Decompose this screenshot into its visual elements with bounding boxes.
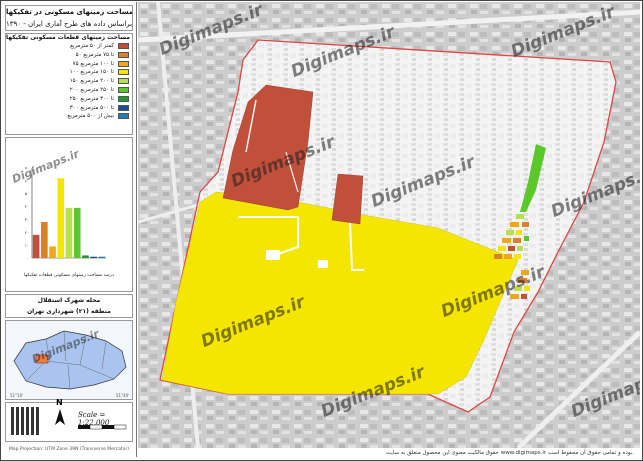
- chart-ytick: ۲۰: [25, 230, 29, 235]
- legend-item: بیش از ۵۰۰ مترمربع: [6, 112, 132, 121]
- inset-map-svg: 51°10' 51°40': [10, 330, 129, 398]
- chart-bar: [57, 178, 65, 258]
- legend-item: ۱۵۰ تا ۲۰۰ مترمربع: [6, 77, 132, 86]
- svg-text:51°40': 51°40': [116, 393, 129, 398]
- legend-label: ۱۰۰ تا ۱۵۰ مترمربع: [69, 69, 114, 76]
- legend-swatch: [118, 69, 129, 76]
- map-sidebar: مساحت زمینهای مسکونی در تفکیکها براساس د…: [2, 2, 137, 457]
- legend-swatch: [118, 43, 129, 49]
- chart-bar: [32, 234, 40, 258]
- legend-label: ۲۰۰ تا ۲۵۰ مترمربع: [69, 86, 114, 93]
- legend-item: ۲۵۰ تا ۳۰۰ مترمربع: [6, 95, 132, 104]
- chart-caption: درصد مساحت زمینهای مسکونی قطعات تفکیکها: [24, 272, 114, 278]
- svg-text:51°10': 51°10': [10, 393, 23, 398]
- chart-bar: [65, 207, 73, 258]
- legend-item: ۲۰۰ تا ۲۵۰ مترمربع: [6, 86, 132, 95]
- projection-footer: Map Projection: UTM Zone 39N (Transverse…: [8, 447, 130, 452]
- legend-swatch: [118, 104, 129, 111]
- chart-bar: [49, 246, 56, 258]
- inset-map: 51°10' 51°40': [5, 320, 133, 400]
- copyright-bar: حقوق مالکیت معنوی این محصول متعلق به سای…: [138, 448, 640, 459]
- legend-label: کمتر از ۵۰ مترمربع: [70, 43, 114, 49]
- chart-bar: [98, 256, 106, 258]
- legend-label: ۵۰ تا ۷۵ مترمربع: [75, 51, 114, 58]
- locality-name: محله شهرک استقلال: [37, 297, 101, 304]
- legend-item: ۱۰۰ تا ۱۵۰ مترمربع: [6, 68, 132, 77]
- chart-ytick: ۱۰: [25, 243, 29, 248]
- legend-swatch: [118, 113, 129, 120]
- legend-label: ۱۵۰ تا ۲۰۰ مترمربع: [69, 78, 114, 85]
- legend-swatch: [118, 78, 129, 85]
- qr-code: [11, 407, 39, 435]
- chart-ytick: ۰: [27, 256, 29, 261]
- legend-label: بیش از ۵۰۰ مترمربع: [67, 113, 114, 120]
- chart-bar: [73, 207, 81, 258]
- legend-label: ۲۵۰ تا ۳۰۰ مترمربع: [69, 95, 114, 102]
- scale-bar: [78, 424, 127, 430]
- legend-swatch: [118, 51, 129, 58]
- north-arrow-icon: N: [52, 398, 68, 432]
- locality-box: محله شهرک استقلال منطقه (۲۱) شهرداری تهر…: [5, 294, 133, 318]
- locality-district: منطقه (۲۱) شهرداری تهران: [27, 308, 111, 315]
- chart-ytick: ۵۰: [25, 191, 29, 196]
- map-title-line1: مساحت زمینهای مسکونی در تفکیکها: [6, 8, 132, 16]
- legend-item: ۳۰۰ تا ۵۰۰ مترمربع: [6, 104, 132, 113]
- legend-swatch: [118, 60, 129, 67]
- legend-item: کمتر از ۵۰ مترمربع: [6, 42, 132, 51]
- chart-ytick: ۳۰: [25, 217, 29, 222]
- map-title-line2: براساس داده های طرح آماری ایران - ۱۳۹۰: [6, 20, 132, 28]
- legend-label: ۳۰۰ تا ۵۰۰ مترمربع: [69, 104, 114, 111]
- legend-swatch: [118, 86, 129, 93]
- legend-heading: مساحت زمینهای قطعات مسکونی تفکیکها: [6, 34, 130, 41]
- legend: مساحت زمینهای قطعات مسکونی تفکیکها کمتر …: [5, 33, 133, 135]
- main-map[interactable]: Digimaps.ir Digimaps.ir Digimaps.ir Digi…: [138, 2, 640, 448]
- scale-box: N Scale = 1:22,000: [5, 398, 133, 442]
- legend-swatch: [118, 95, 129, 102]
- chart-bar: [41, 222, 48, 258]
- chart-ytick: ۴۰: [25, 204, 29, 209]
- map-title-box: مساحت زمینهای مسکونی در تفکیکها براساس د…: [5, 5, 133, 31]
- chart-bar: [82, 255, 89, 258]
- legend-label: ۷۵ تا ۱۰۰ مترمربع: [72, 60, 114, 67]
- legend-item: ۵۰ تا ۷۵ مترمربع: [6, 51, 132, 60]
- chart-bar: [90, 256, 97, 258]
- legend-item: ۷۵ تا ۱۰۰ مترمربع: [6, 60, 132, 69]
